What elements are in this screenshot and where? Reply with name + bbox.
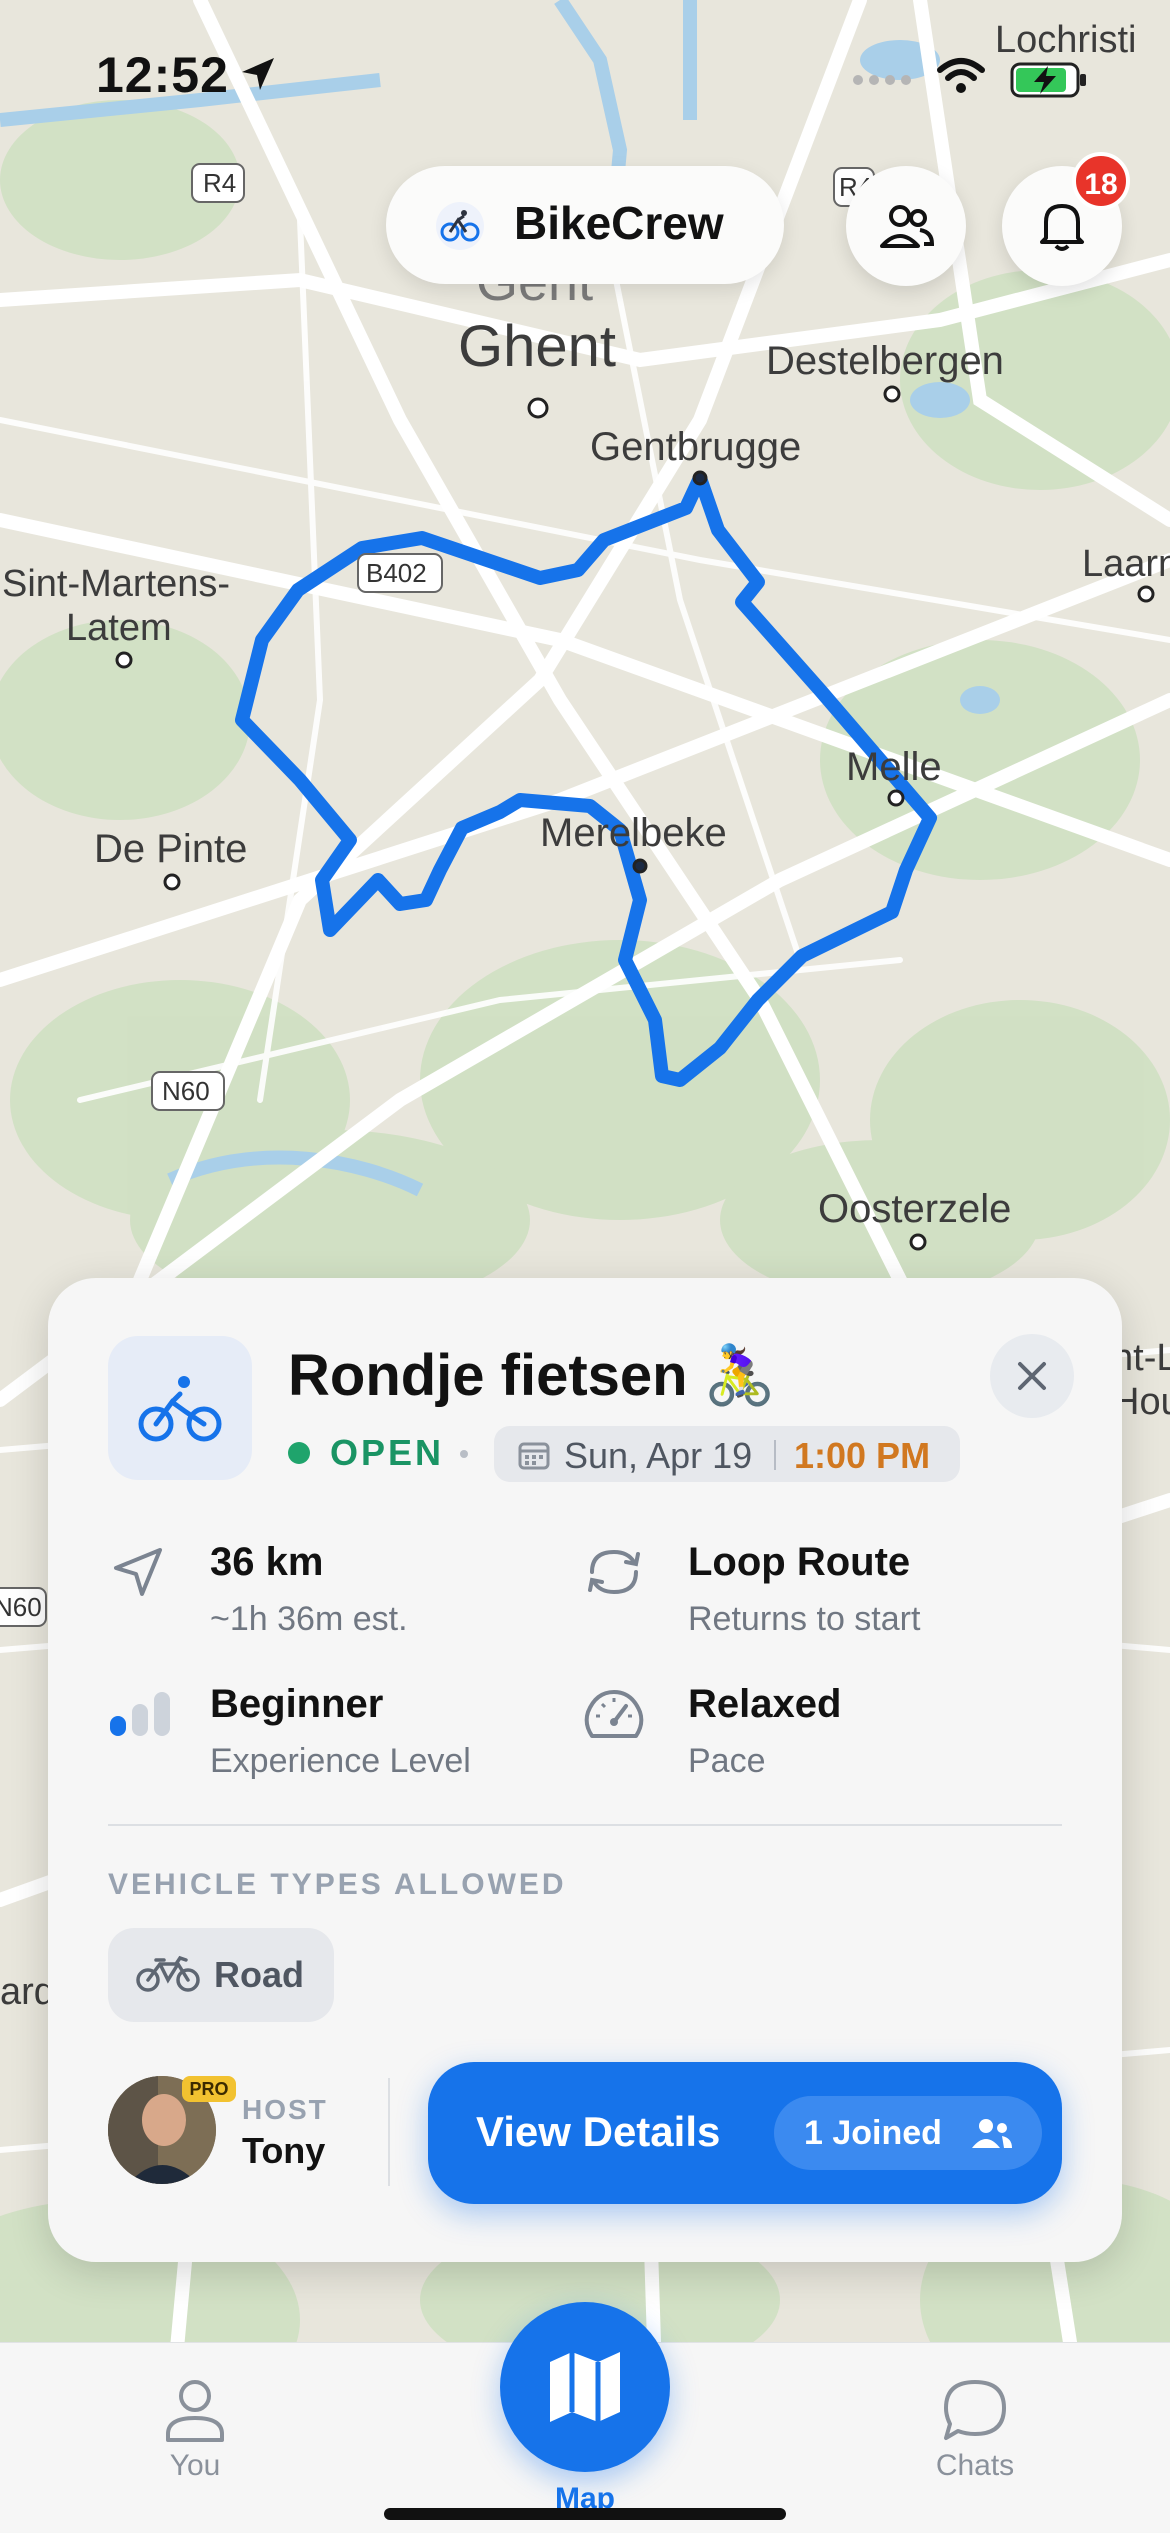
vehicle-types-heading: VEHICLE TYPES ALLOWED	[108, 1868, 567, 1901]
signal-bars-icon	[110, 1692, 170, 1736]
road-bike-icon	[136, 1955, 200, 1992]
home-indicator[interactable]	[384, 2508, 786, 2520]
map-label-merelbeke: Merelbeke	[540, 811, 727, 855]
shield-b402: B402	[366, 558, 427, 588]
map-label-ghent: Ghent	[458, 314, 616, 379]
ride-time: 1:00 PM	[794, 1435, 931, 1476]
ride-title: Rondje fietsen 🚴‍♀️	[288, 1343, 776, 1408]
card-divider	[108, 1824, 1062, 1826]
close-icon	[1018, 1362, 1046, 1390]
status-indicator-dot	[288, 1442, 310, 1464]
chat-bubble-icon	[944, 2380, 1006, 2440]
joined-count: 1 Joined	[804, 2114, 942, 2152]
app-brand-pill[interactable]: BikeCrew	[386, 166, 784, 284]
bell-icon	[1040, 204, 1084, 251]
map-label-oosterzele: Oosterzele	[818, 1187, 1011, 1231]
map-label-destelbergen: Destelbergen	[766, 339, 1004, 383]
map-label-de-pinte: De Pinte	[94, 827, 247, 871]
loop-icon	[588, 1549, 640, 1595]
bike-logo-icon	[436, 202, 484, 250]
map-label-gentbrugge: Gentbrugge	[590, 425, 801, 469]
shield-n60: N60	[162, 1076, 210, 1106]
speedometer-icon	[584, 1690, 644, 1738]
separator-dot	[460, 1450, 468, 1458]
pace-label: Pace	[688, 1742, 766, 1780]
ride-type-badge	[108, 1336, 252, 1480]
pro-badge: PRO	[182, 2076, 236, 2102]
host-label: HOST	[242, 2094, 328, 2125]
shield-r4: R4	[203, 168, 236, 198]
map-icon	[550, 2352, 620, 2422]
tab-you-label: You	[169, 2449, 221, 2482]
map-label-laarne: Laarne	[1082, 543, 1170, 585]
tab-chats-label: Chats	[935, 2449, 1015, 2482]
map-label-latem: Latem	[66, 607, 172, 649]
date-divider	[774, 1440, 776, 1470]
map-label-sint-martens: Sint-Martens-	[2, 563, 230, 605]
status-badge: OPEN	[330, 1432, 445, 1473]
location-arrow-icon	[242, 58, 274, 90]
bicycle-icon	[138, 1376, 222, 1442]
experience-value: Beginner	[210, 1682, 384, 1726]
ride-date: Sun, Apr 19	[564, 1435, 753, 1476]
shield-n60-left: N60	[0, 1592, 42, 1622]
calendar-icon	[518, 1442, 550, 1470]
view-details-button[interactable]: View Details 1 Joined	[428, 2062, 1062, 2204]
navigation-arrow-icon	[114, 1548, 162, 1596]
person-icon	[166, 2380, 224, 2442]
distance-value: 36 km	[210, 1540, 324, 1584]
friends-button[interactable]	[846, 166, 966, 286]
tab-chats[interactable]: Chats	[910, 2376, 1040, 2483]
date-time-pill: Sun, Apr 19 1:00 PM	[494, 1426, 960, 1482]
status-bar: 12:52	[0, 0, 1170, 150]
route-type-description: Returns to start	[688, 1600, 921, 1638]
view-details-label: View Details	[476, 2108, 721, 2155]
notification-badge: 18	[1072, 152, 1130, 210]
vehicle-chip-label: Road	[214, 1954, 304, 1995]
tab-you[interactable]: You	[130, 2376, 260, 2483]
vehicle-chip-road: Road	[108, 1928, 334, 2022]
tab-map[interactable]	[500, 2302, 670, 2472]
map-label-melle: Melle	[846, 745, 942, 789]
group-icon	[972, 2119, 1012, 2148]
app-name: BikeCrew	[514, 197, 724, 249]
wifi-icon	[937, 58, 985, 93]
host-divider	[388, 2078, 390, 2186]
pace-value: Relaxed	[688, 1682, 842, 1726]
host-name: Tony	[242, 2130, 326, 2171]
duration-estimate: ~1h 36m est.	[210, 1600, 408, 1638]
experience-label: Experience Level	[210, 1742, 471, 1780]
joined-count-pill: 1 Joined	[774, 2096, 1042, 2170]
cellular-signal-icon	[853, 75, 911, 85]
map-label-ard: ard	[0, 1971, 55, 2013]
status-time: 12:52	[96, 47, 229, 103]
battery-charging-icon	[1010, 62, 1086, 98]
people-icon	[880, 205, 935, 248]
ride-card[interactable]: Rondje fietsen 🚴‍♀️ OPEN Sun, Apr 19 1:0…	[48, 1278, 1122, 2262]
close-button[interactable]	[990, 1334, 1074, 1418]
route-type: Loop Route	[688, 1540, 911, 1584]
